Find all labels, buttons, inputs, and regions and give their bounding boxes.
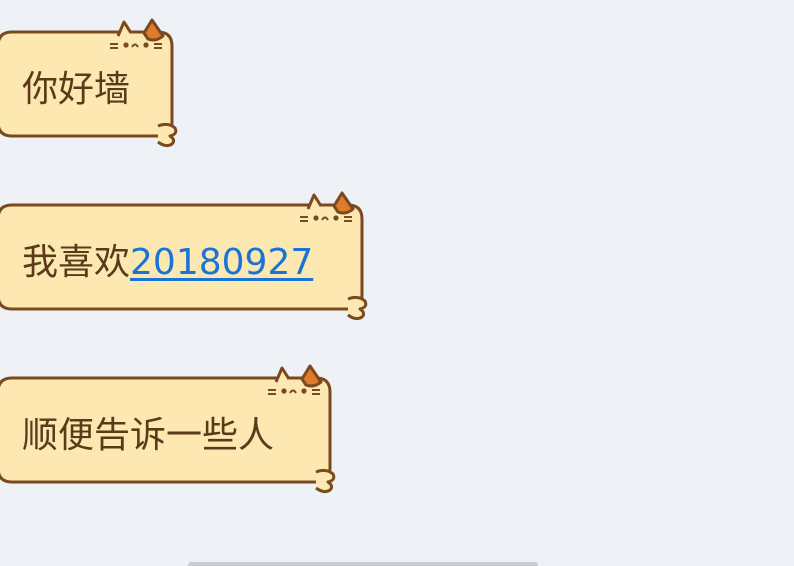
message-bubble-2[interactable]: 我喜欢20180927 [0,191,375,325]
message-text-2-prefix: 我喜欢 [22,242,131,283]
cat-paws-icon [157,122,178,148]
chat-area: 你好墙 我喜欢20180927 顺便告诉一些人 [0,0,794,566]
date-link[interactable]: 20180927 [130,242,313,283]
message-bubble-3[interactable]: 顺便告诉一些人 [0,364,345,498]
message-text-1: 你好墙 [22,69,131,110]
message-text-2: 我喜欢20180927 [22,243,313,283]
home-indicator-bar[interactable] [188,562,538,566]
cat-paws-icon [315,468,336,494]
cat-paws-icon [347,295,368,321]
message-text-3: 顺便告诉一些人 [22,415,275,456]
message-bubble-1[interactable]: 你好墙 [0,18,185,152]
